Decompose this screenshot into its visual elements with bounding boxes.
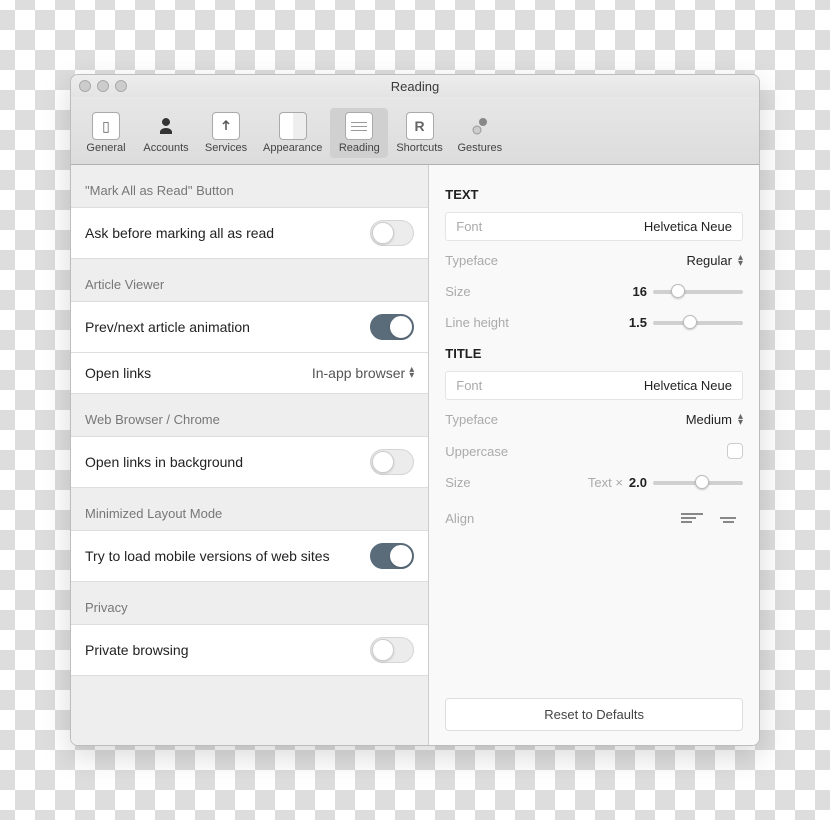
- preferences-toolbar: ▯ General Accounts Services Appearance: [71, 97, 759, 165]
- text-font-row[interactable]: Font Helvetica Neue: [445, 212, 743, 241]
- title-group-title: TITLE: [445, 346, 743, 361]
- tab-general[interactable]: ▯ General: [77, 108, 135, 158]
- title-font-value: Helvetica Neue: [644, 378, 732, 393]
- titlebar: Reading: [71, 75, 759, 97]
- section-privacy: Privacy: [71, 582, 428, 625]
- text-size-slider[interactable]: [653, 290, 743, 294]
- title-size-row: Size Text × 2.0: [445, 467, 743, 498]
- text-lineheight-row: Line height 1.5: [445, 307, 743, 338]
- text-typeface-row[interactable]: Typeface Regular ▴▾: [445, 245, 743, 276]
- row-ask-before-marking: Ask before marking all as read: [71, 207, 428, 259]
- settings-list: "Mark All as Read" Button Ask before mar…: [71, 165, 429, 745]
- appearance-icon: [279, 112, 307, 140]
- row-prev-next-animation: Prev/next article animation: [71, 301, 428, 353]
- text-font-value: Helvetica Neue: [644, 219, 732, 234]
- services-icon: [212, 112, 240, 140]
- gestures-icon: [466, 112, 494, 140]
- tab-services[interactable]: Services: [197, 108, 255, 158]
- tab-shortcuts[interactable]: R Shortcuts: [390, 108, 448, 158]
- toggle-open-links-background[interactable]: [370, 449, 414, 475]
- tab-reading[interactable]: Reading: [330, 108, 388, 158]
- section-minimized: Minimized Layout Mode: [71, 488, 428, 531]
- align-left-button[interactable]: [677, 506, 707, 530]
- shortcuts-icon: R: [406, 112, 434, 140]
- section-browser: Web Browser / Chrome: [71, 394, 428, 437]
- toggle-private-browsing[interactable]: [370, 637, 414, 663]
- chevron-updown-icon: ▴▾: [738, 414, 743, 426]
- tab-gestures[interactable]: Gestures: [451, 108, 509, 158]
- section-article-viewer: Article Viewer: [71, 259, 428, 302]
- accounts-icon: [152, 112, 180, 140]
- text-lineheight-slider[interactable]: [653, 321, 743, 325]
- title-uppercase-row: Uppercase: [445, 435, 743, 467]
- uppercase-checkbox[interactable]: [727, 443, 743, 459]
- reset-to-defaults-button[interactable]: Reset to Defaults: [445, 698, 743, 731]
- text-group-title: TEXT: [445, 187, 743, 202]
- toggle-ask-before-marking[interactable]: [370, 220, 414, 246]
- chevron-updown-icon: ▴▾: [738, 255, 743, 267]
- section-mark-all: "Mark All as Read" Button: [71, 165, 428, 208]
- toggle-prev-next-animation[interactable]: [370, 314, 414, 340]
- row-open-links[interactable]: Open links In-app browser ▴▾: [71, 352, 428, 394]
- chevron-updown-icon: ▴▾: [409, 367, 414, 379]
- toggle-mobile-versions[interactable]: [370, 543, 414, 569]
- window-title: Reading: [71, 79, 759, 94]
- tab-accounts[interactable]: Accounts: [137, 108, 195, 158]
- general-icon: ▯: [92, 112, 120, 140]
- row-mobile-versions: Try to load mobile versions of web sites: [71, 530, 428, 582]
- row-private-browsing: Private browsing: [71, 624, 428, 676]
- typography-panel: TEXT Font Helvetica Neue Typeface Regula…: [429, 165, 759, 745]
- tab-appearance[interactable]: Appearance: [257, 108, 328, 158]
- text-size-row: Size 16: [445, 276, 743, 307]
- reading-icon: [345, 112, 373, 140]
- preferences-window: Reading ▯ General Accounts Services Appe…: [70, 74, 760, 746]
- title-align-row: Align: [445, 498, 743, 538]
- title-size-slider[interactable]: [653, 481, 743, 485]
- title-typeface-row[interactable]: Typeface Medium ▴▾: [445, 404, 743, 435]
- align-center-button[interactable]: [713, 506, 743, 530]
- title-font-row[interactable]: Font Helvetica Neue: [445, 371, 743, 400]
- row-open-links-background: Open links in background: [71, 436, 428, 488]
- open-links-select[interactable]: In-app browser ▴▾: [312, 365, 414, 381]
